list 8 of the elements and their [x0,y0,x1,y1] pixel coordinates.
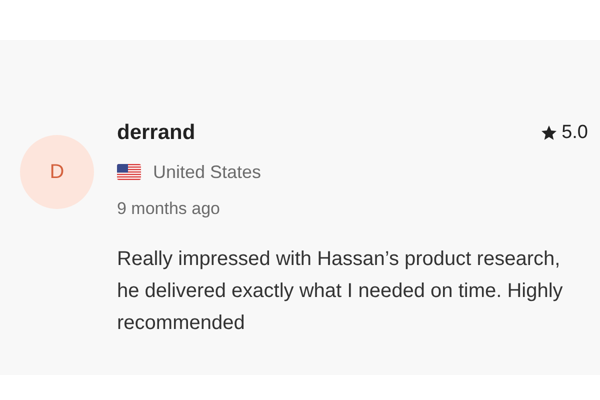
star-icon [540,124,558,142]
review-time: 9 months ago [117,198,222,220]
country-label: United States [153,160,262,184]
us-flag-icon [117,164,141,180]
avatar: D [20,135,94,209]
rating-value: 5.0 [562,120,588,144]
review-text: Really impressed with Hassan’s product research, he delivered exactly what I needed on time. Highly recommended [117,247,564,336]
reviewer-name: derrand [117,120,196,146]
